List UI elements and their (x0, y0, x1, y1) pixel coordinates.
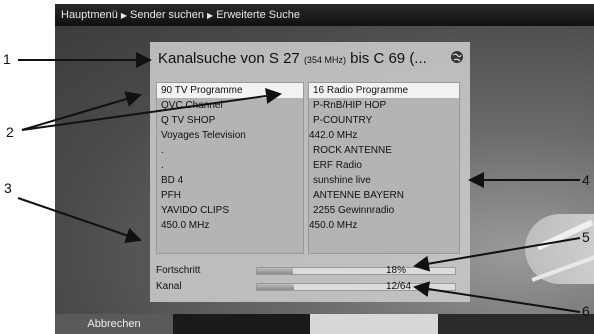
callout-number: 3 (4, 180, 12, 196)
callout-arrow-5 (413, 237, 581, 272)
callout-number: 1 (3, 51, 11, 67)
callout-arrow-3 (17, 197, 142, 244)
callout-arrow-2b (21, 88, 282, 131)
callout-number: 2 (6, 124, 14, 140)
callout-arrow-6 (413, 281, 581, 313)
callout-number: 6 (582, 303, 590, 319)
callout-number: 5 (582, 229, 590, 245)
callout-number: 4 (582, 172, 590, 188)
callout-arrow-2a (21, 91, 142, 131)
callout-arrows (17, 52, 581, 313)
